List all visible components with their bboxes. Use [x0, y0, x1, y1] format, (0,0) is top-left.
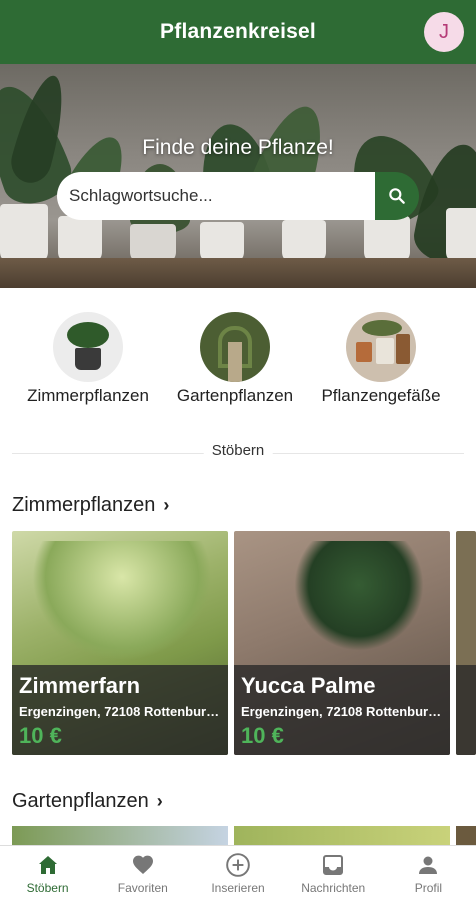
listing-location: Ergenzingen, 72108 Rottenburg am Neckar: [19, 704, 221, 719]
category-image: [346, 312, 416, 382]
category-label: Pflanzengefäße: [321, 386, 441, 405]
listing-card[interactable]: Zimmerfarn Ergenzingen, 72108 Rottenburg…: [12, 531, 228, 755]
category-image: [53, 312, 123, 382]
listing-price: 10 €: [19, 723, 62, 748]
browse-divider: Stöbern: [12, 442, 464, 466]
section-title: Zimmerpflanzen: [12, 494, 156, 516]
listing-location: Ergenzingen, 72108 Rottenburg am Neckar: [241, 704, 443, 719]
category-gartenpflanzen[interactable]: Gartenpflanzen: [160, 312, 310, 406]
category-pflanzengefaesse[interactable]: Pflanzengefäße: [306, 312, 456, 406]
listing-row: Zimmerfarn Ergenzingen, 72108 Rottenburg…: [12, 531, 476, 755]
nav-favoriten[interactable]: Favoriten: [95, 846, 190, 900]
home-icon: [38, 856, 57, 874]
nav-nachrichten[interactable]: Nachrichten: [286, 846, 381, 900]
listing-card[interactable]: [12, 826, 228, 846]
add-circle-icon: [226, 853, 250, 877]
chevron-right-icon: ›: [163, 495, 170, 515]
nav-label: Profil: [414, 881, 443, 895]
listing-title: Zimmerfarn: [19, 673, 141, 698]
search-input[interactable]: [57, 172, 375, 220]
inbox-icon: [323, 855, 344, 875]
search-bar: [57, 172, 419, 220]
chevron-right-icon: ›: [156, 791, 163, 811]
heart-icon: [132, 855, 153, 874]
listing-card[interactable]: Yucca Palme Ergenzingen, 72108 Rottenbur…: [234, 531, 450, 755]
bottom-navigation: Stöbern Favoriten Inserieren Nachrichten: [0, 845, 476, 900]
nav-label: Favoriten: [117, 881, 168, 895]
category-image: [200, 312, 270, 382]
listing-title: Yucca Palme: [241, 673, 376, 698]
listing-card[interactable]: [234, 826, 450, 846]
category-list: Zimmerpflanzen Gartenpflanzen Pflanzenge…: [0, 312, 476, 412]
hero-banner: Finde deine Pflanze!: [0, 64, 476, 288]
nav-profil[interactable]: Profil: [381, 846, 476, 900]
listing-card-partial[interactable]: [456, 531, 476, 755]
listing-card-partial[interactable]: [456, 826, 476, 846]
nav-label: Stöbern: [26, 881, 69, 895]
category-label: Gartenpflanzen: [176, 386, 294, 405]
person-icon: [419, 856, 438, 874]
listing-row: [12, 826, 476, 846]
nav-label: Inserieren: [211, 881, 265, 895]
avatar[interactable]: J: [424, 12, 464, 52]
app-bar: Pflanzenkreisel J: [0, 0, 476, 64]
section-header-zimmerpflanzen[interactable]: Zimmerpflanzen ›: [12, 494, 169, 517]
section-header-gartenpflanzen[interactable]: Gartenpflanzen ›: [12, 790, 163, 813]
nav-inserieren[interactable]: Inserieren: [190, 846, 285, 900]
category-label: Zimmerpflanzen: [27, 386, 149, 405]
category-zimmerpflanzen[interactable]: Zimmerpflanzen: [13, 312, 163, 406]
nav-stoebern[interactable]: Stöbern: [0, 846, 95, 900]
hero-title: Finde deine Pflanze!: [142, 136, 334, 159]
app-title: Pflanzenkreisel: [160, 20, 316, 43]
search-button[interactable]: [375, 172, 419, 220]
search-icon: [389, 188, 405, 204]
section-title: Gartenpflanzen: [12, 790, 149, 812]
browse-label: Stöbern: [203, 442, 273, 459]
listing-price: 10 €: [241, 723, 284, 748]
nav-label: Nachrichten: [301, 881, 366, 895]
